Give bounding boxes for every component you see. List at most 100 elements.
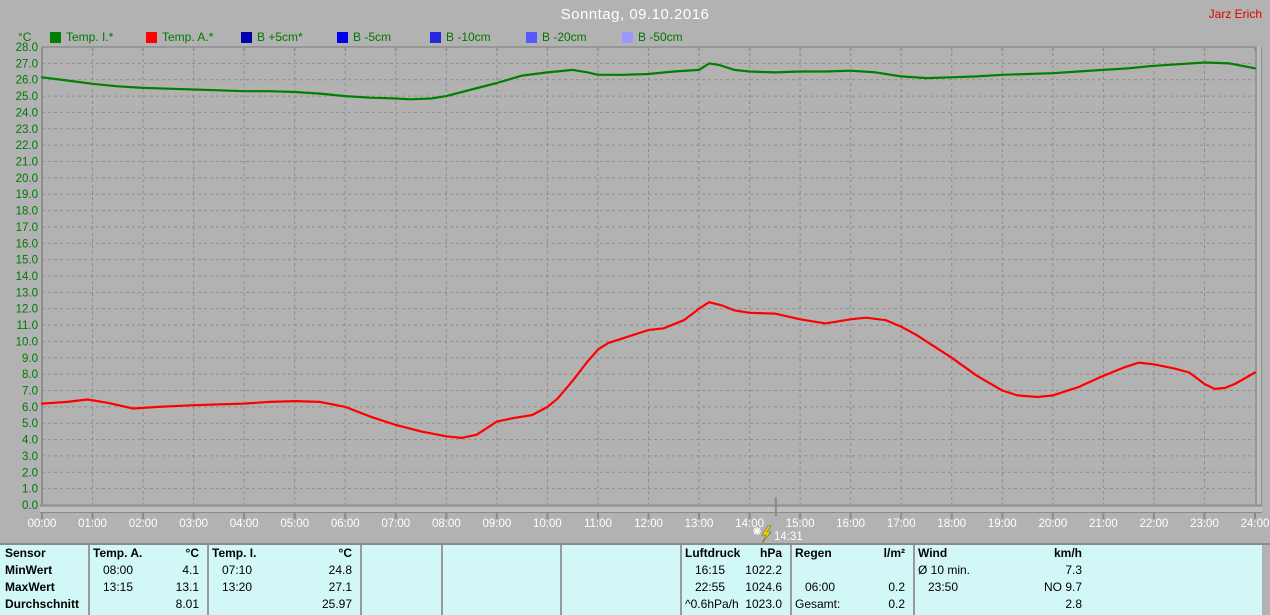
table-column-name: Temp. A. [93,546,143,560]
y-tick-label: 7.0 [22,386,38,398]
table-cell-value [433,579,439,596]
y-tick-label: 18.0 [16,206,38,218]
table-row: Ø 10 min. 7.3 [915,562,1088,579]
table-right-margin [1262,545,1270,615]
x-tick-label: 11:00 [584,518,612,530]
table-column-separator [680,545,682,615]
x-tick-label: 20:00 [1038,518,1067,530]
table-cell-value: NO 9.7 [1043,580,1082,594]
x-tick-label: 03:00 [179,518,208,530]
table-column-separator [360,545,362,615]
series-line-temp-a [40,301,1257,439]
y-tick-label: 12.0 [16,304,38,316]
x-tick-label: 18:00 [937,518,966,530]
table-row: 07:10 24.8 [209,562,358,579]
table-cell-time [562,596,565,613]
x-tick-label: 16:00 [836,518,865,530]
cursor-time-label: 14:31 [774,531,803,543]
table-cell-value: 24.8 [328,563,352,577]
table-column-name: Wind [918,546,948,560]
x-tick-label: 21:00 [1089,518,1118,530]
x-tick-label: 17:00 [887,518,916,530]
table-cell-time: 16:15 [695,563,726,577]
y-tick-label: 1.0 [22,484,38,496]
x-tick-label: 19:00 [988,518,1017,530]
y-tick-label: 14.0 [16,271,38,283]
table-cell-value [552,562,558,579]
table-column-name: Luftdruck [685,546,741,560]
table-column-separator [560,545,562,615]
table-cell-time [915,596,918,613]
y-tick-label: 2.0 [22,467,38,479]
table-row: ^0.6hPa/h 1023.0 [682,596,788,613]
table-column-unit: hPa [759,546,782,560]
y-tick-label: 0.0 [22,500,38,512]
table-cell-value [672,579,678,596]
table-row: 23:50 NO 9.7 [915,579,1088,596]
y-tick-label: 27.0 [16,58,38,70]
y-tick-label: 4.0 [22,435,38,447]
table-row-label-text: Sensor [5,546,46,560]
x-tick-label: 23:00 [1190,518,1219,530]
table-cell-time [562,562,565,579]
table-cell-value: 25.97 [321,597,352,611]
table-column-empty-4 [562,545,678,615]
table-row [443,596,558,613]
table-cell-time [362,579,365,596]
y-tick-label: 5.0 [22,418,38,430]
table-header-row: Wind km/h [915,545,1088,562]
table-cell-time: Ø 10 min. [918,563,971,577]
table-row-label: Durchschnitt [2,596,86,613]
y-tick-label: 26.0 [16,75,38,87]
table-header-row [362,545,439,562]
table-cell-time [90,596,93,613]
table-column-separator [790,545,792,615]
table-row [562,596,678,613]
x-tick-label: 15:00 [786,518,815,530]
table-column-unit: °C [338,546,352,560]
y-tick-label: 20.0 [16,173,38,185]
table-cell-time: Gesamt: [795,597,841,611]
table-column-wind: Wind km/h Ø 10 min. 7.3 23:50 NO 9.7 2.8 [915,545,1088,615]
table-cell-time [443,596,446,613]
table-cell-value: 13.1 [175,580,199,594]
table-cell-time [443,579,446,596]
table-cell-time: 07:10 [222,563,253,577]
table-header-row [443,545,558,562]
y-tick-label: 13.0 [16,287,38,299]
table-header-row: Luftdruck hPa [682,545,788,562]
y-tick-label: 15.0 [16,255,38,267]
table-row-label-text: MaxWert [5,580,55,594]
x-tick-label: 07:00 [381,518,410,530]
table-row [792,562,911,579]
table-column-temp-i: Temp. I. °C 07:10 24.8 13:20 27.1 25.97 [209,545,358,615]
table-row [443,579,558,596]
table-row: 06:00 0.2 [792,579,911,596]
x-tick-label: 00:00 [28,518,57,530]
table-cell-value: 0.2 [888,597,905,611]
table-cell-value [433,596,439,613]
table-cell-time: 06:00 [805,580,836,594]
table-row-labels-column: Sensor MinWert MaxWert Durchschnitt [2,545,86,615]
table-column-unit [672,545,678,562]
y-tick-label: 16.0 [16,238,38,250]
table-cell-value: 1024.6 [745,580,782,594]
chart-canvas[interactable]: 0.0 1.0 2.0 3.0 4.0 5.0 6.0 7.0 8.0 9.0 10.0 11.0 12… [0,0,1270,543]
y-tick-label: 10.0 [16,336,38,348]
table-cell-value [552,596,558,613]
y-tick-label: 22.0 [16,140,38,152]
y-tick-label: 11.0 [16,320,38,332]
table-row: Gesamt: 0.2 [792,596,911,613]
table-cell-time [792,562,795,579]
table-cell-time: ^0.6hPa/h [685,597,739,611]
statistics-table: Sensor MinWert MaxWert Durchschnitt Temp. A.… [0,545,1262,615]
table-header-row [562,545,678,562]
table-column-unit [433,545,439,562]
table-cell-value: 7.3 [1065,563,1082,577]
table-cell-value [905,562,911,579]
x-tick-label: 01:00 [78,518,107,530]
temperature-chart[interactable]: 0.0 1.0 2.0 3.0 4.0 5.0 6.0 7.0 8.0 9.0 10.0 11.0 12… [0,0,1270,543]
table-cell-time [209,596,212,613]
y-tick-label: 17.0 [16,222,38,234]
table-row [562,579,678,596]
